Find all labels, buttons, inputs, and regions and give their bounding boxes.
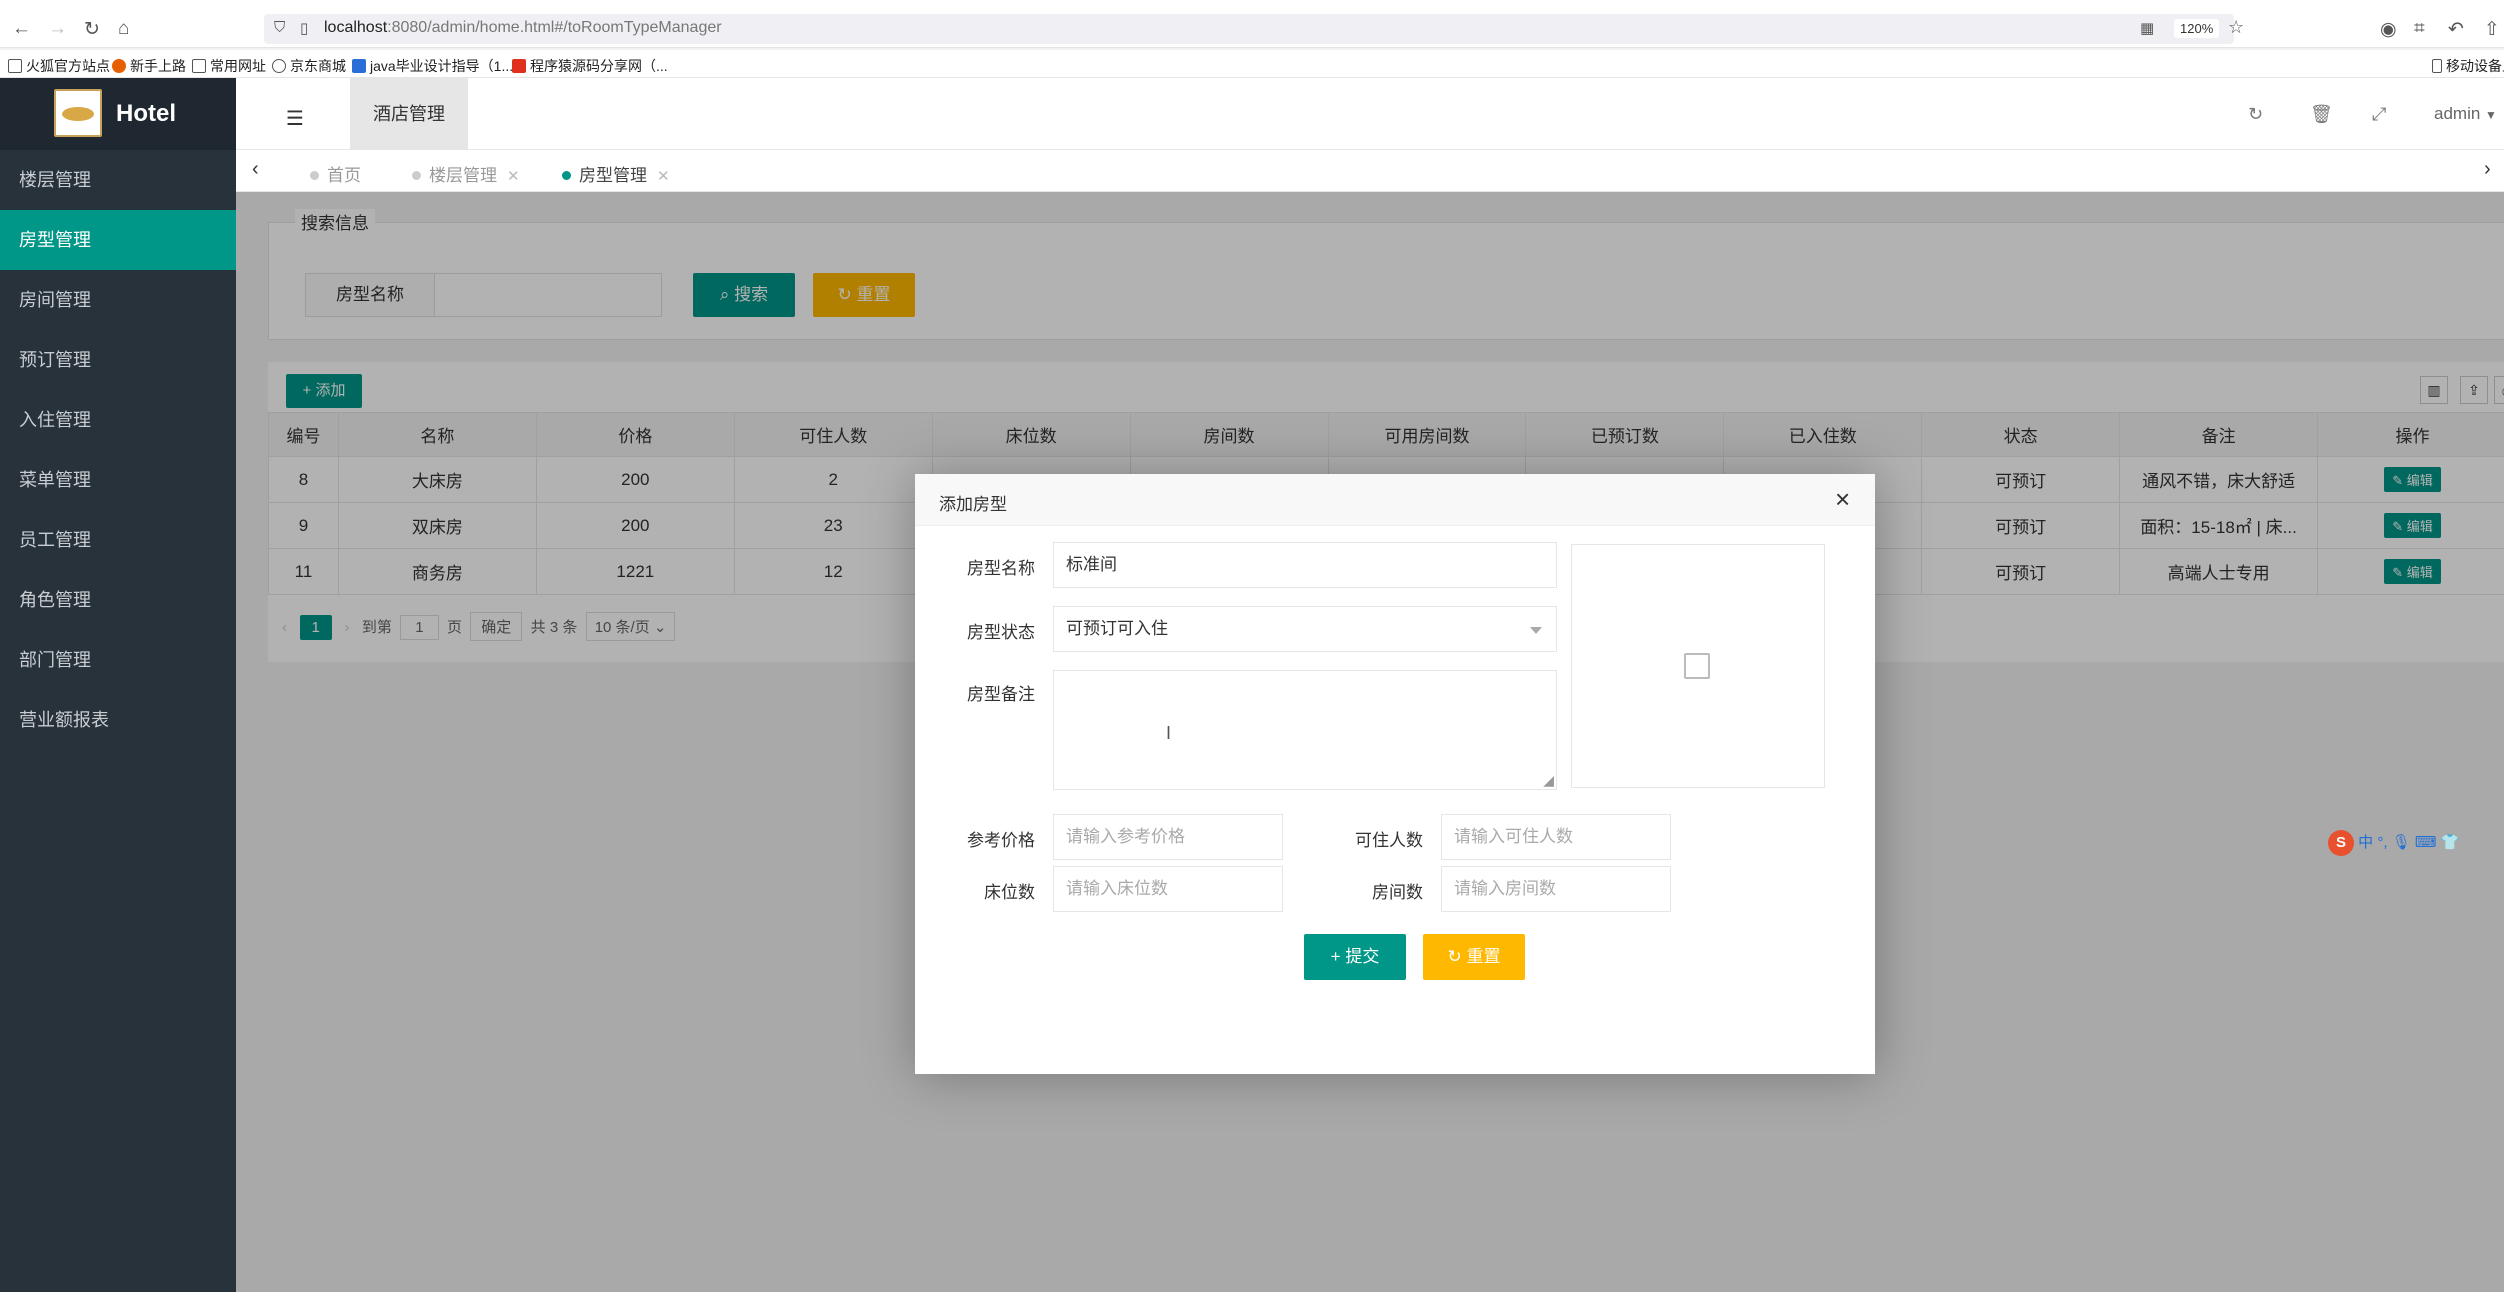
bookmark[interactable]: java毕业设计指导（1... xyxy=(352,56,513,76)
price-input[interactable]: 请输入参考价格 xyxy=(1053,814,1283,860)
bookmark-icon xyxy=(352,59,366,73)
resize-handle-icon[interactable]: ◢ xyxy=(1543,772,1554,789)
reload-icon[interactable]: ↻ xyxy=(84,18,100,41)
sidebar-item-revenue[interactable]: 营业额报表 xyxy=(0,690,236,750)
home-icon[interactable]: ⌂ xyxy=(118,18,129,40)
sogou-icon[interactable]: S xyxy=(2328,830,2354,856)
room-count-input[interactable]: 请输入房间数 xyxy=(1441,866,1671,912)
tab-room-type[interactable]: 房型管理 ✕ xyxy=(562,161,670,186)
sidebar-item-floor[interactable]: 楼层管理 xyxy=(0,150,236,210)
sidebar-item-staff[interactable]: 员工管理 xyxy=(0,510,236,570)
bed-label: 床位数 xyxy=(984,883,1035,902)
sidebar-item-room-type[interactable]: 房型管理 xyxy=(0,210,236,270)
people-label: 可住人数 xyxy=(1355,831,1423,850)
tabs-next-icon[interactable]: › xyxy=(2484,158,2491,181)
folder-icon xyxy=(8,59,22,73)
crop-icon[interactable]: ⌗ xyxy=(2414,18,2425,40)
room-type-status-select[interactable]: 可预订可入住 xyxy=(1053,606,1557,652)
price-label: 参考价格 xyxy=(967,831,1035,850)
bookmarks-bar: 火狐官方站点 新手上路 常用网址 京东商城 java毕业设计指导（1... 程序… xyxy=(0,50,2504,78)
qr-icon[interactable]: ▦ xyxy=(2140,19,2154,37)
bed-input[interactable]: 请输入床位数 xyxy=(1053,866,1283,912)
refresh-icon: ↻ xyxy=(1447,947,1462,966)
bookmark[interactable]: 京东商城 xyxy=(272,56,346,76)
url-text: localhost:8080/admin/home.html#/toRoomTy… xyxy=(324,19,722,36)
status-label: 房型状态 xyxy=(967,623,1035,642)
logo-area: Hotel xyxy=(0,78,236,150)
logo-text: Hotel xyxy=(116,100,176,127)
people-input[interactable]: 请输入可住人数 xyxy=(1441,814,1671,860)
tab-home[interactable]: 首页 xyxy=(310,161,361,186)
bookmark[interactable]: 火狐官方站点 xyxy=(8,56,110,76)
browser-toolbar: ← → ↻ ⌂ ⛉ ▯ localhost:8080/admin/home.ht… xyxy=(0,0,2504,48)
shield-icon: ⛉ xyxy=(274,19,286,36)
sidebar-item-room[interactable]: 房间管理 xyxy=(0,270,236,330)
star-icon[interactable]: ☆ xyxy=(2228,17,2244,38)
submit-button[interactable]: + 提交 xyxy=(1304,934,1406,980)
phone-icon xyxy=(2432,59,2442,73)
sidebar: Hotel 楼层管理 房型管理 房间管理 预订管理 入住管理 菜单管理 员工管理… xyxy=(0,78,236,1292)
zoom-level[interactable]: 120% xyxy=(2174,19,2220,38)
close-icon[interactable]: × xyxy=(1835,484,1850,515)
ime-toolbar: S 中 °, 🎙 ⌨ 👕 xyxy=(2328,830,2504,858)
modal-reset-button[interactable]: ↻ 重置 xyxy=(1423,934,1525,980)
folder-icon xyxy=(192,59,206,73)
sidebar-item-role[interactable]: 角色管理 xyxy=(0,570,236,630)
bookmark-icon xyxy=(512,59,526,73)
bookmark-mobile[interactable]: 移动设备上 xyxy=(2432,56,2504,76)
punctuation-icon[interactable]: °, xyxy=(2377,834,2387,851)
top-header: ☰ 酒店管理 ↻ 🗑 ⤢ admin ▼ xyxy=(236,78,2504,150)
menu-toggle-icon[interactable]: ☰ xyxy=(286,106,304,131)
bookmark[interactable]: 程序猿源码分享网（... xyxy=(512,56,668,76)
fullscreen-icon[interactable]: ⤢ xyxy=(2372,104,2386,125)
note-label: 房型备注 xyxy=(967,685,1035,704)
ime-chinese-mode[interactable]: 中 xyxy=(2358,834,2373,851)
microphone-icon[interactable]: 🎙 xyxy=(2392,834,2411,851)
keyboard-icon[interactable]: ⌨ xyxy=(2415,834,2437,851)
refresh-icon[interactable]: ↻ xyxy=(2248,104,2263,125)
firefox-icon xyxy=(112,59,126,73)
name-label: 房型名称 xyxy=(967,559,1035,578)
hotel-logo xyxy=(54,89,102,137)
room-type-name-input[interactable]: 标准间 xyxy=(1053,542,1557,588)
chevron-down-icon xyxy=(1530,627,1542,634)
tabs-prev-icon[interactable]: ‹ xyxy=(252,158,259,181)
page-tabs: ‹ 首页 楼层管理 ✕ 房型管理 ✕ › xyxy=(236,150,2504,192)
sidebar-item-checkin[interactable]: 入住管理 xyxy=(0,390,236,450)
image-upload-box[interactable] xyxy=(1571,544,1825,788)
image-placeholder-icon xyxy=(1684,653,1710,679)
user-menu[interactable]: admin ▼ xyxy=(2434,104,2497,124)
close-icon[interactable]: ✕ xyxy=(657,168,670,185)
sidebar-item-menu[interactable]: 菜单管理 xyxy=(0,450,236,510)
caret-down-icon: ▼ xyxy=(2485,108,2497,122)
close-icon[interactable]: ✕ xyxy=(507,168,520,185)
account-icon[interactable]: ◉ xyxy=(2380,18,2397,41)
dialog-title: 添加房型 xyxy=(939,495,1007,514)
bookmark[interactable]: 常用网址 xyxy=(192,56,266,76)
sidebar-item-department[interactable]: 部门管理 xyxy=(0,630,236,690)
header-tab-hotel[interactable]: 酒店管理 xyxy=(350,78,468,150)
trash-icon[interactable]: 🗑 xyxy=(2310,104,2333,125)
room-count-label: 房间数 xyxy=(1372,883,1423,902)
bookmark[interactable]: 新手上路 xyxy=(112,56,186,76)
address-bar[interactable]: ⛉ ▯ localhost:8080/admin/home.html#/toRo… xyxy=(264,14,2244,44)
text-cursor-icon: I xyxy=(1166,723,1172,743)
forward-icon[interactable]: → xyxy=(48,18,67,40)
dialog-header: 添加房型 × xyxy=(915,474,1875,526)
globe-icon xyxy=(272,59,286,73)
tab-floor[interactable]: 楼层管理 ✕ xyxy=(412,161,520,186)
sidebar-item-booking[interactable]: 预订管理 xyxy=(0,330,236,390)
plus-icon: + xyxy=(1330,947,1341,966)
add-room-type-dialog: 添加房型 × 房型名称 标准间 房型状态 可预订可入住 房型备注 I ◢ 参考价… xyxy=(915,474,1875,1074)
room-type-note-textarea[interactable]: I ◢ xyxy=(1053,670,1557,790)
back-icon[interactable]: ← xyxy=(12,18,31,40)
extension-icon[interactable]: ⇧ xyxy=(2484,18,2500,41)
undo-icon[interactable]: ↶ xyxy=(2448,18,2464,41)
skin-icon[interactable]: 👕 xyxy=(2441,834,2460,851)
page-icon: ▯ xyxy=(300,20,309,37)
